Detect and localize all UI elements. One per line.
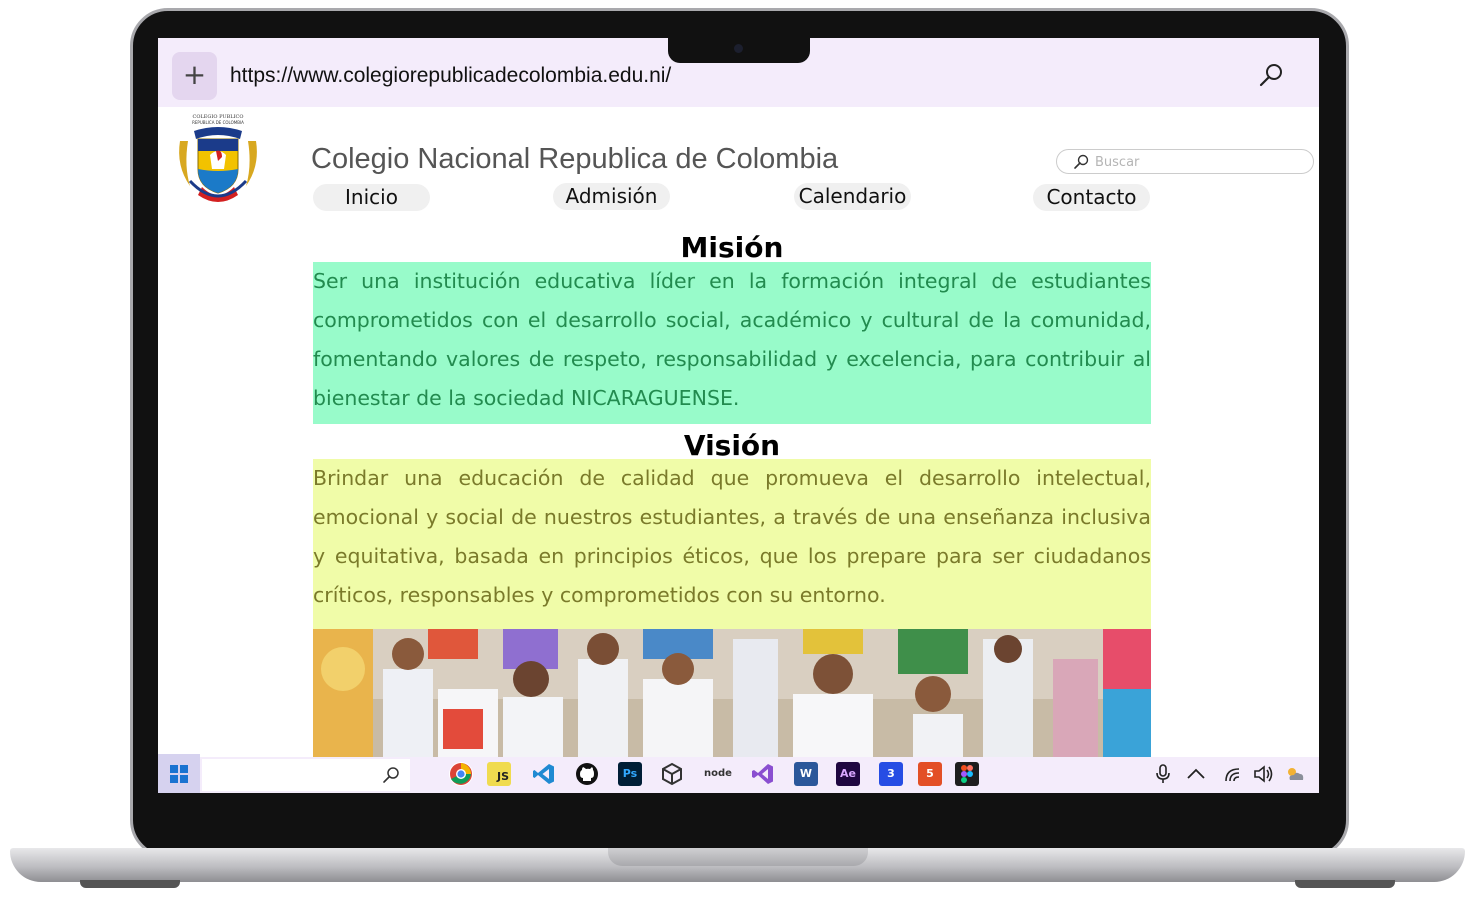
start-button[interactable] <box>158 754 200 793</box>
nav-inicio-button[interactable]: Inicio <box>313 184 430 211</box>
github-icon[interactable] <box>575 762 599 786</box>
laptop-foot-left <box>80 880 180 888</box>
wifi-icon[interactable] <box>1222 763 1244 785</box>
chevron-up-icon[interactable] <box>1185 763 1207 785</box>
search-icon <box>1074 154 1089 169</box>
camera-notch <box>668 38 810 63</box>
site-search-box[interactable] <box>1056 149 1314 174</box>
laptop-base-notch <box>608 848 868 866</box>
crest-text-bottom: REPUBLICA DE COLOMBIA <box>192 120 244 125</box>
windows-icon <box>170 765 188 783</box>
nav-contacto-button[interactable]: Contacto <box>1033 184 1150 211</box>
search-icon[interactable] <box>1258 62 1284 88</box>
weather-icon[interactable] <box>1284 763 1306 785</box>
nodejs-icon[interactable]: node <box>701 762 735 786</box>
css3-icon[interactable]: 3 <box>879 762 903 786</box>
nav-admision-button[interactable]: Admisión <box>553 183 670 210</box>
taskbar: JS Ps node W Ae 3 5 <box>158 754 1319 793</box>
laptop-screen: + https://www.colegiorepublicadecolombia… <box>158 38 1319 793</box>
vscode-icon[interactable] <box>532 762 556 786</box>
students-photo <box>313 629 1151 757</box>
photoshop-icon[interactable]: Ps <box>618 762 642 786</box>
visual-studio-icon[interactable] <box>751 762 775 786</box>
mision-text: Ser una institución educativa líder en l… <box>313 262 1151 424</box>
web-page: COLEGIO PUBLICO REPUBLICA DE COLOMBIA Co… <box>158 107 1319 757</box>
vision-text: Brindar una educación de calidad que pro… <box>313 459 1151 629</box>
site-title: Colegio Nacional Republica de Colombia <box>311 143 839 175</box>
figma-icon[interactable] <box>955 762 979 786</box>
nav-calendario-button[interactable]: Calendario <box>794 183 911 210</box>
search-icon <box>383 767 399 783</box>
vision-heading: Visión <box>683 429 781 462</box>
laptop-foot-right <box>1295 880 1395 888</box>
html5-icon[interactable]: 5 <box>918 762 942 786</box>
url-text[interactable]: https://www.colegiorepublicadecolombia.e… <box>230 64 671 88</box>
new-tab-button[interactable]: + <box>172 52 217 100</box>
mision-heading: Misión <box>680 231 784 264</box>
microphone-icon[interactable] <box>1152 763 1174 785</box>
word-icon[interactable]: W <box>794 762 818 786</box>
chrome-icon[interactable] <box>449 762 473 786</box>
taskbar-search[interactable] <box>202 759 410 791</box>
unity-icon[interactable] <box>660 762 684 786</box>
coat-of-arms-logo: COLEGIO PUBLICO REPUBLICA DE COLOMBIA <box>179 114 257 202</box>
site-search-input[interactable] <box>1093 152 1307 173</box>
after-effects-icon[interactable]: Ae <box>836 762 860 786</box>
javascript-icon[interactable]: JS <box>487 762 511 786</box>
volume-icon[interactable] <box>1252 763 1274 785</box>
